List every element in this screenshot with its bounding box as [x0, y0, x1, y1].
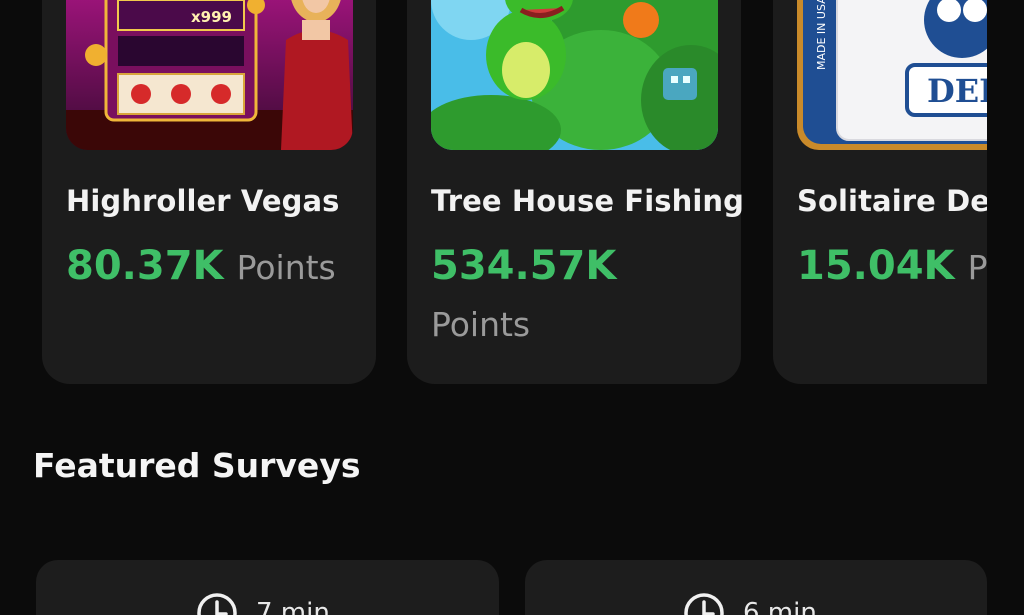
survey-card[interactable]: 7 min: [36, 560, 499, 615]
game-title: Tree House Fishing: [431, 184, 744, 218]
game-title: Highroller Vegas: [66, 184, 340, 218]
points-unit: Points: [236, 248, 336, 287]
game-card-highroller-vegas[interactable]: x999 Highroller Vegas 80.37K Points: [42, 0, 376, 384]
games-carousel[interactable]: x999 Highroller Vegas 80.37K Points Tree…: [0, 0, 987, 390]
duration-label: 7 min: [256, 598, 330, 615]
playing-card-icon: MADE IN USA DELU: [797, 0, 987, 150]
game-thumbnail-slot-machine[interactable]: x999: [66, 0, 353, 150]
game-card-tree-house-fishing[interactable]: Tree House Fishing 534.57K Points: [407, 0, 744, 384]
survey-card[interactable]: 6 min: [525, 560, 987, 615]
clock-icon: [684, 593, 724, 615]
dinosaur-tree-icon: [431, 0, 718, 150]
svg-text:DELU: DELU: [927, 72, 987, 110]
app-screen: x999 Highroller Vegas 80.37K Points Tree…: [0, 0, 1024, 615]
clock-icon: [197, 593, 237, 615]
game-title: Solitaire Deluxe: [797, 184, 987, 218]
game-thumbnail-dinosaur[interactable]: [431, 0, 718, 150]
svg-text:MADE IN USA: MADE IN USA: [815, 0, 828, 70]
slot-machine-icon: x999: [66, 0, 353, 150]
featured-surveys-heading: Featured Surveys: [33, 446, 361, 485]
svg-text:x999: x999: [191, 8, 232, 26]
survey-duration: 7 min: [196, 592, 330, 615]
game-card-solitaire-deluxe[interactable]: MADE IN USA DELU Solitaire Deluxe 15.04K…: [773, 0, 987, 384]
game-thumbnail-solitaire[interactable]: MADE IN USA DELU: [797, 0, 987, 150]
points-amount: 80.37K: [66, 243, 224, 289]
game-points: 15.04K Points: [797, 238, 987, 302]
game-points: 534.57K Points: [431, 238, 731, 348]
points-unit: Points: [431, 305, 531, 344]
points-unit: Points: [967, 248, 987, 287]
points-amount: 15.04K: [797, 243, 955, 289]
game-points: 80.37K Points: [66, 238, 366, 302]
duration-label: 6 min: [743, 598, 817, 615]
survey-duration: 6 min: [683, 592, 817, 615]
points-amount: 534.57K: [431, 243, 617, 289]
